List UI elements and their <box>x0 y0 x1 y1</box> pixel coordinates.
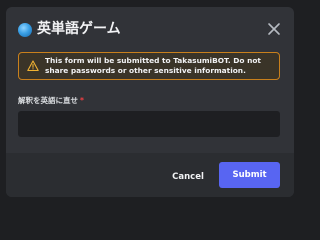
field-label: 解釈を英語に直せ * <box>18 96 84 106</box>
field-label-text: 解釈を英語に直せ <box>18 96 78 105</box>
warning-text: This form will be submitted to TakasumiB… <box>45 56 261 75</box>
warning-triangle-icon <box>27 60 39 72</box>
cancel-button[interactable]: Cancel <box>168 165 208 189</box>
modal-title: 英単語ゲーム <box>37 21 121 37</box>
close-button[interactable] <box>264 19 284 39</box>
answer-input[interactable] <box>18 111 280 137</box>
globe-icon <box>18 23 32 37</box>
modal-dialog: 英単語ゲーム This form will be submitted to Ta… <box>6 7 294 197</box>
close-icon <box>268 23 280 35</box>
warning-banner: This form will be submitted to TakasumiB… <box>18 52 280 80</box>
modal-header: 英単語ゲーム <box>6 7 294 43</box>
required-mark: * <box>80 96 84 105</box>
submit-button[interactable]: Submit <box>219 162 280 188</box>
modal-footer: Cancel Submit <box>6 153 294 197</box>
